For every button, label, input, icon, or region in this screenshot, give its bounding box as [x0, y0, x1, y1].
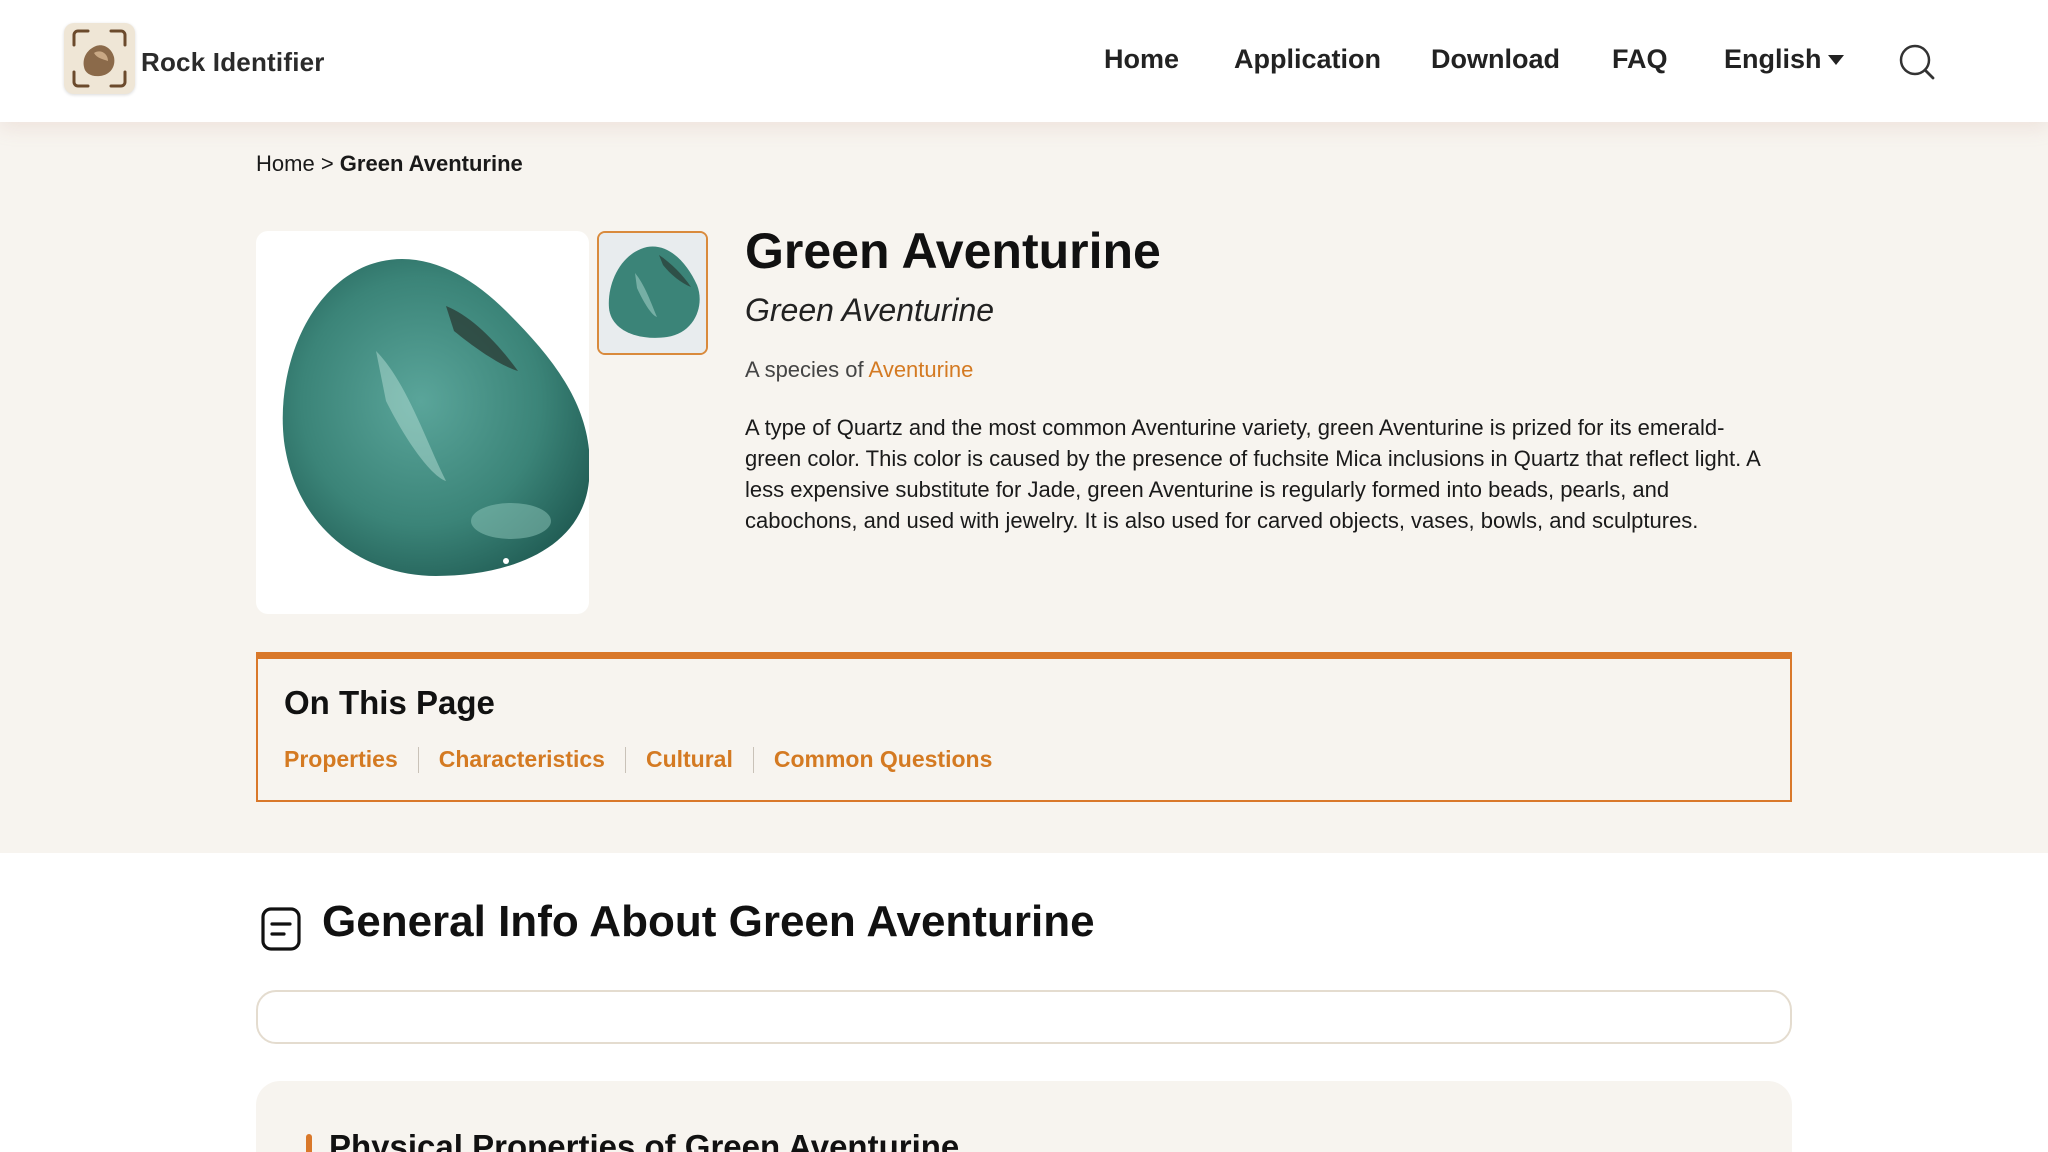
site-header: Rock Identifier Home Application Downloa…	[0, 0, 2048, 122]
description: A type of Quartz and the most common Ave…	[745, 415, 1760, 533]
breadcrumb-current: Green Aventurine	[339, 151, 523, 176]
toc-title: On This Page	[284, 684, 495, 721]
toc-divider	[624, 746, 626, 773]
breadcrumb-home[interactable]: Home	[256, 151, 315, 176]
toc-link-common-questions[interactable]: Common Questions	[774, 746, 993, 773]
table-of-contents: On This Page Properties Characteristics …	[256, 652, 1792, 802]
toc-link-properties[interactable]: Properties	[284, 746, 398, 773]
toc-divider	[752, 746, 754, 773]
specimen-main-image	[256, 231, 589, 614]
nav-download[interactable]: Download	[1431, 44, 1560, 75]
language-selector[interactable]: English	[1724, 44, 1844, 75]
caret-down-icon	[1827, 55, 1844, 65]
nav-home[interactable]: Home	[1104, 44, 1179, 75]
physical-properties-card: Physical Properties of Green Aventurine	[256, 1081, 1792, 1152]
nav-faq[interactable]: FAQ	[1612, 44, 1668, 75]
document-icon	[259, 905, 303, 953]
nav-application[interactable]: Application	[1234, 44, 1381, 75]
brand-name[interactable]: Rock Identifier	[141, 47, 325, 78]
toc-link-characteristics[interactable]: Characteristics	[439, 746, 605, 773]
toc-link-cultural[interactable]: Cultural	[646, 746, 733, 773]
language-label: English	[1724, 44, 1822, 74]
section-accent-bar	[306, 1134, 312, 1152]
physical-properties-heading: Physical Properties of Green Aventurine	[329, 1128, 960, 1152]
breadcrumb-separator: >	[320, 151, 334, 176]
breadcrumb: Home > Green Aventurine	[256, 151, 523, 177]
rock-identifier-logo-icon[interactable]	[64, 23, 135, 94]
general-info-heading: General Info About Green Aventurine	[322, 897, 1095, 946]
toc-links: Properties Characteristics Cultural Comm…	[284, 746, 992, 773]
search-icon[interactable]	[1897, 42, 1937, 82]
species-line: A species of Aventurine	[745, 357, 973, 383]
general-info-panel	[256, 990, 1792, 1044]
page-title: Green Aventurine	[745, 223, 1161, 279]
toc-divider	[417, 746, 419, 773]
species-link[interactable]: Aventurine	[869, 357, 974, 382]
specimen-thumbnail[interactable]	[597, 231, 708, 355]
species-prefix: A species of	[745, 357, 864, 382]
scientific-name: Green Aventurine	[745, 292, 995, 328]
